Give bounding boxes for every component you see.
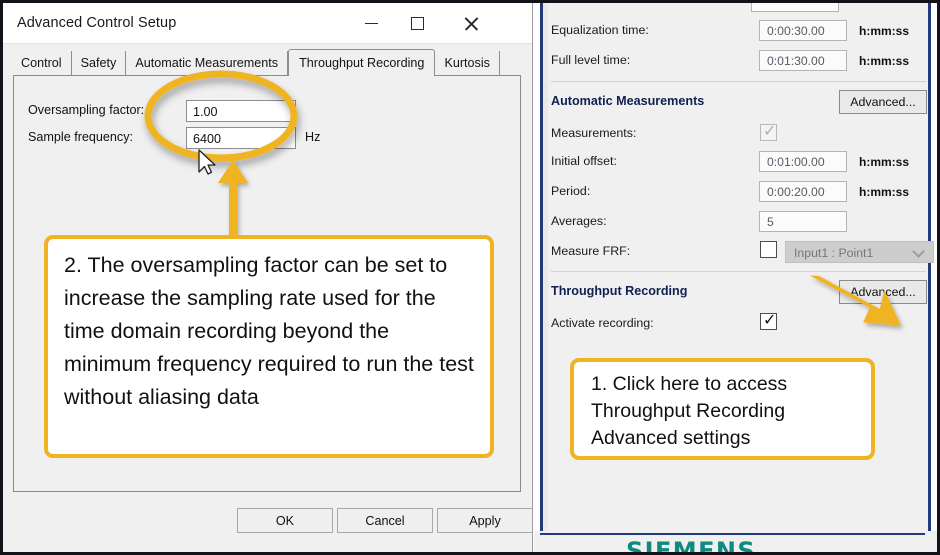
cancel-button[interactable]: Cancel bbox=[337, 508, 433, 533]
settings-panel: Equalization time: 0:00:30.00 h:mm:ss Fu… bbox=[534, 3, 937, 552]
measurements-row: Measurements: ✓ bbox=[551, 123, 926, 145]
throughput-recording-advanced-button[interactable]: Advanced... bbox=[839, 280, 927, 304]
close-icon[interactable] bbox=[448, 3, 494, 44]
automatic-measurements-advanced-button[interactable]: Advanced... bbox=[839, 90, 927, 114]
clipped-top-input[interactable] bbox=[751, 3, 839, 12]
oversampling-factor-label: Oversampling factor: bbox=[28, 103, 145, 117]
dialog-tabstrip: Control Safety Automatic Measurements Th… bbox=[13, 49, 521, 76]
equalization-time-label: Equalization time: bbox=[551, 23, 649, 37]
period-input[interactable]: 0:00:20.00 bbox=[759, 181, 847, 202]
minimize-icon[interactable] bbox=[348, 3, 394, 44]
sample-frequency-label: Sample frequency: bbox=[28, 130, 134, 144]
callout-1-text: 1. Click here to access Throughput Recor… bbox=[591, 373, 788, 449]
initial-offset-unit: h:mm:ss bbox=[859, 155, 910, 169]
activate-recording-checkbox[interactable]: ✓ bbox=[760, 312, 777, 330]
screenshot-root: Advanced Control Setup Control Safety Au… bbox=[0, 0, 940, 555]
tab-control[interactable]: Control bbox=[13, 51, 72, 75]
averages-label: Averages: bbox=[551, 214, 607, 228]
full-level-time-label: Full level time: bbox=[551, 53, 631, 67]
averages-row: Averages: 5 bbox=[551, 211, 926, 233]
divider-throughput bbox=[551, 271, 926, 272]
oversampling-factor-row: Oversampling factor: 1.00 bbox=[28, 100, 498, 122]
initial-offset-input[interactable]: 0:01:00.00 bbox=[759, 151, 847, 172]
dialog-title-bar: Advanced Control Setup bbox=[3, 3, 532, 44]
initial-offset-label: Initial offset: bbox=[551, 154, 617, 168]
period-row: Period: 0:00:20.00 h:mm:ss bbox=[551, 181, 926, 203]
equalization-time-unit: h:mm:ss bbox=[859, 24, 910, 38]
maximize-icon[interactable] bbox=[394, 3, 440, 44]
full-level-time-unit: h:mm:ss bbox=[859, 54, 910, 68]
callout-2-text: 2. The oversampling factor can be set to… bbox=[64, 253, 474, 409]
measure-frf-select-value: Input1 : Point1 bbox=[794, 246, 874, 260]
panel-scrollbar[interactable] bbox=[543, 3, 548, 537]
period-unit: h:mm:ss bbox=[859, 185, 910, 199]
siemens-footer: SIEMENS bbox=[534, 531, 937, 552]
equalization-time-input[interactable]: 0:00:30.00 bbox=[759, 20, 847, 41]
measurements-checkbox[interactable]: ✓ bbox=[760, 123, 777, 141]
activate-recording-label: Activate recording: bbox=[551, 316, 654, 330]
equalization-time-row: Equalization time: 0:00:30.00 h:mm:ss bbox=[551, 20, 926, 42]
sample-frequency-row: Sample frequency: 6400 Hz bbox=[28, 127, 498, 149]
initial-offset-row: Initial offset: 0:01:00.00 h:mm:ss bbox=[551, 151, 926, 173]
oversampling-factor-input[interactable]: 1.00 bbox=[186, 100, 296, 122]
footer-rule bbox=[540, 533, 925, 535]
measure-frf-label: Measure FRF: bbox=[551, 244, 631, 258]
averages-input[interactable]: 5 bbox=[759, 211, 847, 232]
tab-safety[interactable]: Safety bbox=[72, 51, 127, 75]
tab-automatic-measurements[interactable]: Automatic Measurements bbox=[126, 51, 289, 75]
full-level-time-row: Full level time: 0:01:30.00 h:mm:ss bbox=[551, 50, 926, 72]
throughput-recording-heading: Throughput Recording bbox=[551, 284, 688, 298]
tab-throughput-recording[interactable]: Throughput Recording bbox=[288, 49, 436, 76]
measure-frf-row: Measure FRF: Input1 : Point1 bbox=[551, 241, 934, 263]
callout-box-2: 2. The oversampling factor can be set to… bbox=[44, 235, 494, 458]
sample-frequency-unit: Hz bbox=[305, 130, 321, 144]
dialog-button-bar: OK Cancel Apply bbox=[3, 496, 532, 552]
apply-button[interactable]: Apply bbox=[437, 508, 532, 533]
dialog-title: Advanced Control Setup bbox=[17, 15, 177, 31]
measurements-label: Measurements: bbox=[551, 126, 637, 140]
sample-frequency-input[interactable]: 6400 bbox=[186, 127, 296, 149]
measure-frf-select[interactable]: Input1 : Point1 bbox=[785, 241, 934, 263]
activate-recording-row: Activate recording: ✓ bbox=[551, 312, 926, 335]
siemens-logo: SIEMENS bbox=[626, 537, 757, 552]
full-level-time-input[interactable]: 0:01:30.00 bbox=[759, 50, 847, 71]
divider-auto bbox=[551, 81, 926, 82]
callout-box-1: 1. Click here to access Throughput Recor… bbox=[570, 358, 875, 460]
measure-frf-checkbox[interactable] bbox=[760, 241, 777, 258]
ok-button[interactable]: OK bbox=[237, 508, 333, 533]
tab-kurtosis[interactable]: Kurtosis bbox=[435, 51, 500, 75]
automatic-measurements-heading: Automatic Measurements bbox=[551, 94, 705, 108]
chevron-down-icon bbox=[914, 247, 924, 253]
period-label: Period: bbox=[551, 184, 591, 198]
